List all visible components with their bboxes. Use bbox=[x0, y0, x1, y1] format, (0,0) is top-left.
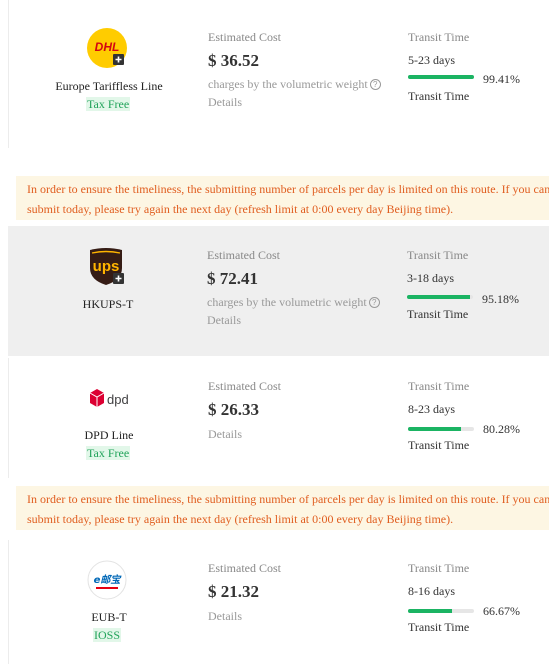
route-name: Europe Tariffless Line bbox=[55, 79, 163, 93]
details-link[interactable]: Details bbox=[207, 313, 241, 328]
volumetric-note: charges by the volumetric weight? bbox=[207, 295, 380, 310]
transit-time-sublabel: Transit Time bbox=[408, 438, 470, 452]
dpd-logo: dpd bbox=[85, 380, 131, 420]
transit-days: 8-16 days bbox=[408, 584, 455, 598]
price: $ 72.41 bbox=[207, 269, 258, 288]
volumetric-note: charges by the volumetric weight? bbox=[208, 77, 381, 92]
route-name: DPD Line bbox=[84, 428, 134, 442]
transit-time-label: Transit Time bbox=[408, 30, 470, 44]
on-time-progress-bar bbox=[408, 75, 474, 79]
transit-days: 8-23 days bbox=[408, 402, 455, 416]
tax-free-badge: Tax Free bbox=[86, 446, 131, 460]
route-limit-notice: In order to ensure the timeliness, the s… bbox=[16, 486, 549, 530]
route-limit-notice: In order to ensure the timeliness, the s… bbox=[16, 176, 549, 220]
estimated-cost-label: Estimated Cost bbox=[207, 248, 280, 262]
transit-time-label: Transit Time bbox=[407, 248, 469, 262]
on-time-progress-bar bbox=[408, 427, 474, 431]
price: $ 26.33 bbox=[208, 400, 259, 419]
dpd-logo-text: dpd bbox=[107, 392, 129, 407]
details-link[interactable]: Details bbox=[208, 427, 242, 442]
route-name: EUB-T bbox=[91, 610, 127, 624]
estimated-cost-label: Estimated Cost bbox=[208, 30, 281, 44]
details-link[interactable]: Details bbox=[208, 609, 242, 624]
estimated-cost-label: Estimated Cost bbox=[208, 379, 281, 393]
on-time-percent: 95.18% bbox=[482, 292, 519, 306]
eub-logo: e邮宝 bbox=[87, 560, 127, 600]
estimated-cost-label: Estimated Cost bbox=[208, 561, 281, 575]
dhl-logo-text: DHL bbox=[95, 40, 120, 54]
price: $ 21.32 bbox=[208, 582, 259, 601]
transit-time-sublabel: Transit Time bbox=[408, 620, 470, 634]
help-icon[interactable]: ? bbox=[368, 297, 380, 308]
help-icon[interactable]: ? bbox=[369, 79, 381, 90]
route-name: HKUPS-T bbox=[82, 297, 134, 311]
transit-time-label: Transit Time bbox=[408, 561, 470, 575]
dhl-logo: DHL bbox=[87, 28, 127, 68]
ups-logo-text: ups bbox=[93, 258, 120, 275]
transit-time-sublabel: Transit Time bbox=[408, 89, 470, 103]
tax-free-badge: Tax Free bbox=[86, 97, 131, 111]
route-card-hkups-t[interactable]: ups HKUPS-T Estimated Cost $ 72.41 charg… bbox=[8, 226, 549, 356]
route-card-eub-t[interactable]: e邮宝 EUB-T IOSS Estimated Cost $ 21.32 De… bbox=[8, 540, 549, 664]
on-time-percent: 99.41% bbox=[483, 72, 520, 86]
route-card-europe-tariffless[interactable]: DHL Europe Tariffless Line Tax Free Esti… bbox=[8, 0, 549, 148]
on-time-percent: 80.28% bbox=[483, 422, 520, 436]
price: $ 36.52 bbox=[208, 51, 259, 70]
transit-time-label: Transit Time bbox=[408, 379, 470, 393]
ups-logo: ups bbox=[86, 246, 126, 286]
on-time-progress-bar bbox=[408, 609, 474, 613]
transit-days: 5-23 days bbox=[408, 53, 455, 67]
transit-days: 3-18 days bbox=[407, 271, 454, 285]
route-card-dpd-line[interactable]: dpd DPD Line Tax Free Estimated Cost $ 2… bbox=[8, 358, 549, 478]
details-link[interactable]: Details bbox=[208, 95, 242, 110]
on-time-percent: 66.67% bbox=[483, 604, 520, 618]
on-time-progress-bar bbox=[407, 295, 473, 299]
ioss-badge: IOSS bbox=[93, 628, 122, 642]
transit-time-sublabel: Transit Time bbox=[407, 307, 469, 321]
eub-logo-text: e邮宝 bbox=[94, 574, 123, 586]
